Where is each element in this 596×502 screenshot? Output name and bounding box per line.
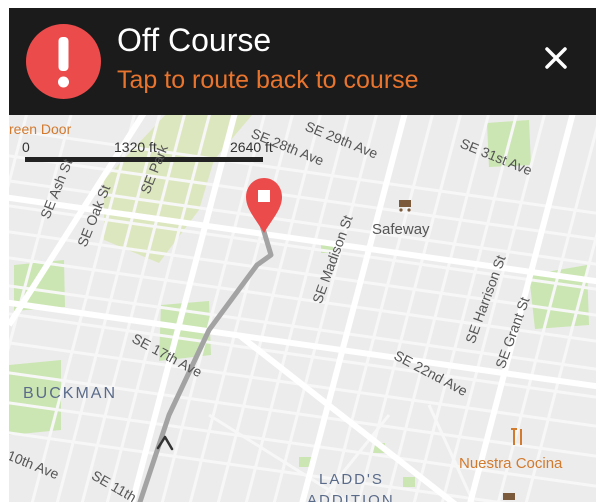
close-button[interactable] [536,38,576,78]
park-area [403,477,415,487]
poi-label-nuestra-cocina[interactable]: Nuestra Cocina [459,455,562,472]
off-course-banner[interactable]: Off Course Tap to route back to course [9,8,596,115]
map-view[interactable]: 0 1320 ft 2640 ft SE 28th Ave SE 29th Av… [9,84,596,502]
neighborhood-label: BUCKMAN [23,385,118,402]
map-canvas[interactable] [9,84,596,502]
shopping-cart-icon[interactable] [503,493,515,500]
close-icon [545,47,567,69]
poi-label-safeway[interactable]: Safeway [372,221,430,238]
reroute-link[interactable]: Tap to route back to course [117,65,419,95]
scale-label-0: 0 [22,139,30,155]
map-pin-icon[interactable] [246,178,282,233]
exclamation-icon [26,24,101,99]
neighborhood-label: LADD'S [319,471,384,488]
neighborhood-label: ADDITION [307,492,395,502]
scale-label-1320: 1320 ft [114,139,157,155]
shopping-cart-icon[interactable] [399,200,411,212]
app-frame: Off Course Tap to route back to course 0… [9,8,596,502]
alert-title: Off Course [117,22,272,58]
poi-label-green-door[interactable]: reen Door [9,121,71,137]
